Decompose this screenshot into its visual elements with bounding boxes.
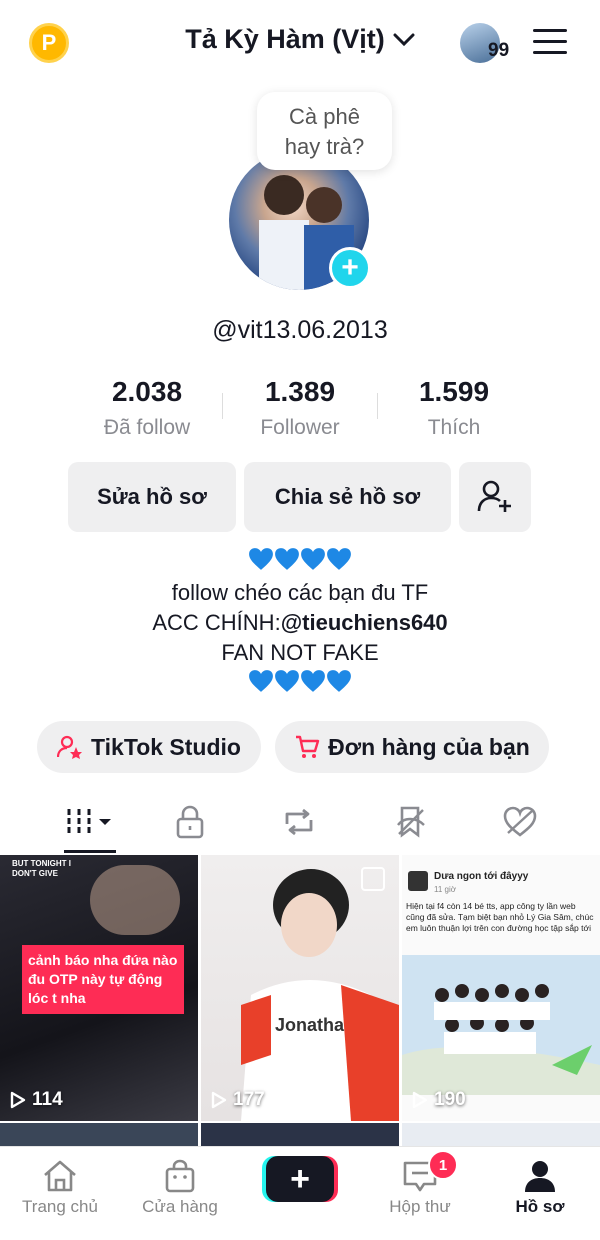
post-time: 11 giờ	[434, 885, 456, 894]
tiktok-studio-button[interactable]: TikTok Studio	[37, 721, 261, 773]
view-count-value: 114	[32, 1089, 63, 1110]
post-title: Dưa ngon tới đâyyy	[434, 871, 529, 882]
share-profile-button[interactable]: Chia sẻ hồ sơ	[244, 462, 451, 532]
post-group-photo	[402, 955, 600, 1095]
home-icon	[44, 1160, 76, 1192]
jersey-text: Jonatha	[275, 1015, 345, 1035]
tab-liked[interactable]	[495, 800, 545, 844]
stat-value: 1.599	[418, 376, 490, 407]
inbox-badge: 1	[428, 1150, 458, 1180]
add-user-icon	[477, 480, 511, 512]
video-caption-sticker: cảnh báo nha đứa nào đu OTP này tự động …	[22, 945, 184, 1014]
bio-line: FAN NOT FAKE	[221, 640, 379, 665]
play-icon	[211, 1091, 227, 1109]
video-thumbnail[interactable]	[402, 1123, 600, 1146]
video-image	[90, 865, 180, 935]
pill-label: TikTok Studio	[91, 733, 241, 760]
stat-value: 1.389	[264, 376, 336, 407]
stat-label: Follower	[260, 416, 340, 439]
view-count-value: 190	[434, 1089, 466, 1110]
video-thumbnail[interactable]: Jonatha 177	[201, 855, 399, 1121]
tab-private[interactable]	[165, 800, 215, 844]
bio-mention[interactable]: @tieuchiens640	[281, 610, 448, 635]
cart-icon	[296, 735, 320, 758]
video-thumbnail[interactable]	[201, 1123, 399, 1146]
tab-saved[interactable]	[386, 800, 436, 844]
note-bubble[interactable]: Cà phê hay trà?	[257, 92, 392, 170]
play-icon	[412, 1091, 428, 1109]
edit-profile-button[interactable]: Sửa hồ sơ	[68, 462, 236, 532]
nav-label: Trang chủ	[22, 1197, 98, 1216]
stat-value: 2.038	[111, 376, 183, 407]
bio-prefix: ACC CHÍNH:	[152, 610, 281, 635]
display-name: Tả Kỳ Hàm (Vịt)	[185, 24, 385, 54]
nav-label: Hộp thư	[389, 1197, 451, 1216]
add-story-button[interactable]: +	[329, 247, 371, 289]
heart-hidden-icon	[503, 806, 537, 837]
video-thumbnail[interactable]: BUT TONIGHT I DON'T GIVE cảnh báo nha đứ…	[0, 855, 198, 1121]
creator-star-icon	[57, 735, 83, 759]
stat-followers[interactable]: 1.389 Follower	[215, 376, 385, 440]
grid-icon	[67, 809, 111, 835]
orders-button[interactable]: Đơn hàng của bạn	[275, 721, 549, 773]
person-icon	[525, 1161, 555, 1192]
pill-label: Đơn hàng của bạn	[328, 733, 530, 760]
note-line: hay trà?	[284, 134, 365, 159]
bookmark-hidden-icon	[397, 806, 425, 838]
post-avatar	[408, 871, 428, 891]
chevron-down-icon	[393, 33, 415, 46]
nav-profile[interactable]: Hồ sơ	[490, 1155, 590, 1217]
nav-shop[interactable]: Cửa hàng	[130, 1155, 230, 1217]
video-image	[241, 869, 399, 1121]
video-thumbnail[interactable]: Dưa ngon tới đâyyy 11 giờ Hiện tại f4 cò…	[402, 855, 600, 1121]
nav-label: Hồ sơ	[515, 1197, 565, 1216]
nav-home[interactable]: Trang chủ	[10, 1155, 110, 1217]
active-tab-indicator	[64, 850, 116, 853]
repost-icon	[285, 808, 313, 836]
view-count-value: 177	[233, 1089, 265, 1110]
video-thumbnail[interactable]	[0, 1123, 198, 1146]
bio-hearts	[0, 547, 600, 577]
bio-line: ACC CHÍNH:@tieuchiens640	[0, 610, 600, 636]
play-icon	[10, 1091, 26, 1109]
stat-likes[interactable]: 1.599 Thích	[369, 376, 539, 440]
shopping-bag-icon	[165, 1159, 195, 1193]
stat-label: Đã follow	[103, 416, 191, 439]
add-friend-button[interactable]	[459, 462, 531, 532]
notification-count-badge: 99	[488, 40, 510, 61]
menu-icon[interactable]	[533, 29, 567, 55]
video-overlay-text: BUT TONIGHT I DON'T GIVE	[12, 859, 71, 878]
view-count: 177	[211, 1089, 265, 1111]
post-body: Hiện tại f4 còn 14 bé tts, app công ty l…	[406, 901, 594, 933]
nav-label: Cửa hàng	[142, 1197, 218, 1216]
account-switcher[interactable]: Tả Kỳ Hàm (Vịt)	[0, 24, 600, 55]
tab-videos[interactable]	[64, 800, 114, 844]
stat-following[interactable]: 2.038 Đã follow	[62, 376, 232, 440]
tab-reposts[interactable]	[274, 800, 324, 844]
view-count: 114	[10, 1089, 63, 1111]
view-count: 190	[412, 1089, 466, 1111]
multi-photo-icon	[361, 867, 385, 891]
bio-hearts	[0, 669, 600, 699]
lock-icon	[176, 805, 204, 839]
plus-icon: +	[290, 1159, 310, 1198]
stat-label: Thích	[427, 416, 481, 439]
profile-handle: @vit13.06.2013	[212, 316, 388, 344]
note-line: Cà phê	[289, 104, 360, 129]
create-button[interactable]: +	[266, 1156, 334, 1202]
bio-line: follow chéo các bạn đu TF	[171, 580, 429, 605]
